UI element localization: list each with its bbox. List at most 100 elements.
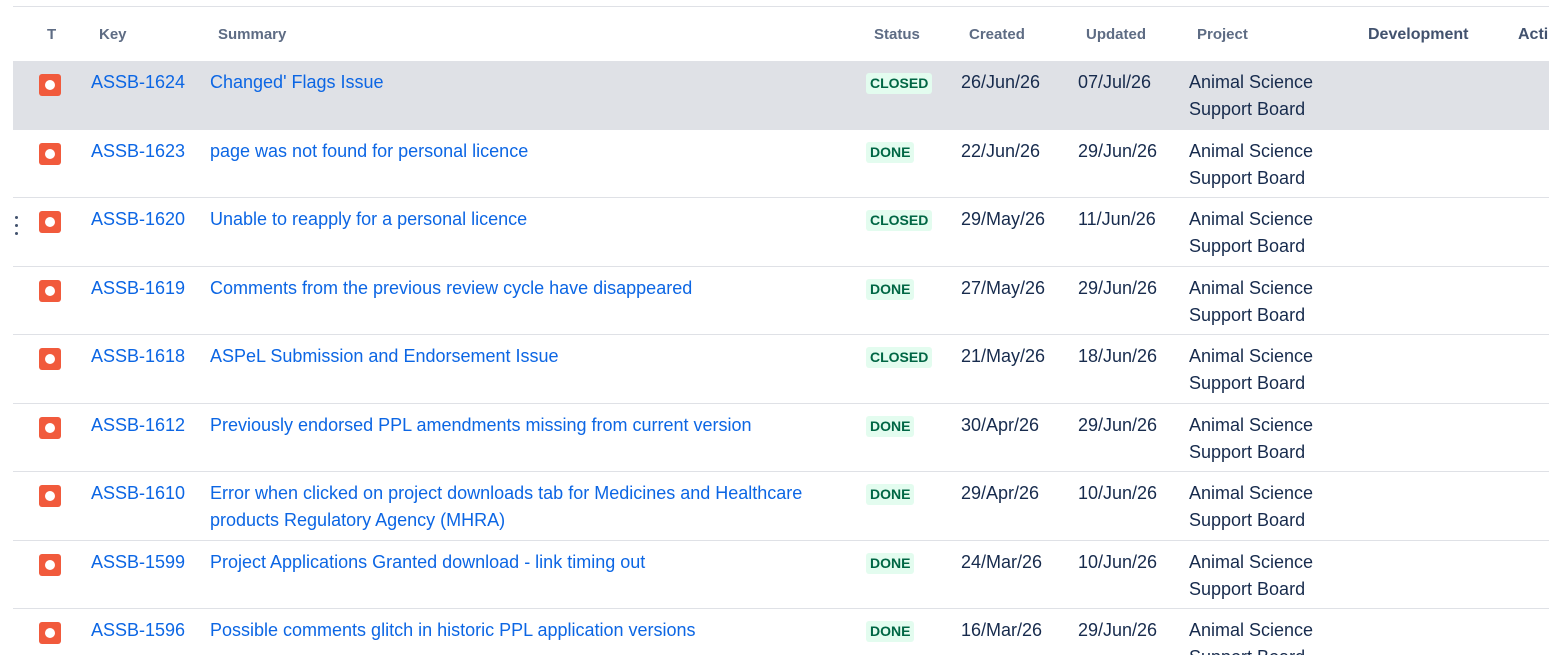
updated-date: 11/Jun/26 bbox=[1078, 209, 1156, 229]
project-name: Animal Science Support Board bbox=[1189, 551, 1314, 599]
summary-cell: Previously endorsed PPL amendments missi… bbox=[202, 404, 858, 472]
key-cell: ASSB-1623 bbox=[83, 130, 202, 198]
column-header-created[interactable]: Created bbox=[953, 7, 1070, 61]
issue-key-link[interactable]: ASSB-1618 bbox=[91, 346, 185, 366]
project-name: Animal Science Support Board bbox=[1189, 346, 1314, 393]
table-row[interactable]: ASSB-1619 Comments from the previous rev… bbox=[13, 266, 1549, 335]
key-cell: ASSB-1599 bbox=[83, 541, 202, 609]
issue-type-icon bbox=[39, 142, 61, 165]
development-cell bbox=[1352, 267, 1502, 335]
issue-summary-link[interactable]: Project Applications Granted download - … bbox=[210, 552, 645, 572]
issue-summary-link[interactable]: ASPeL Submission and Endorsement Issue bbox=[210, 346, 559, 366]
status-cell: DONE bbox=[858, 541, 953, 609]
column-header-type[interactable]: T bbox=[13, 7, 83, 61]
actions-cell bbox=[1502, 404, 1549, 472]
issue-summary-link[interactable]: Possible comments glitch in historic PPL… bbox=[210, 620, 696, 640]
issue-key-link[interactable]: ASSB-1624 bbox=[91, 72, 185, 92]
status-cell: DONE bbox=[858, 609, 953, 655]
status-cell: CLOSED bbox=[858, 61, 953, 129]
issue-key-link[interactable]: ASSB-1596 bbox=[91, 620, 185, 640]
column-header-key[interactable]: Key bbox=[83, 7, 202, 61]
table-row[interactable]: ASSB-1596 Possible comments glitch in hi… bbox=[13, 609, 1549, 655]
table-body: ASSB-1624 Changed' Flags Issue CLOSED 26… bbox=[13, 61, 1549, 655]
type-cell bbox=[13, 130, 83, 198]
issue-type-icon bbox=[39, 622, 61, 644]
table-row[interactable]: ASSB-1620 Unable to reapply for a person… bbox=[13, 198, 1549, 267]
table-row[interactable]: ASSB-1612 Previously endorsed PPL amendm… bbox=[13, 403, 1549, 472]
actions-cell bbox=[1502, 472, 1549, 540]
issue-summary-link[interactable]: Previously endorsed PPL amendments missi… bbox=[210, 415, 752, 435]
summary-cell: Possible comments glitch in historic PPL… bbox=[202, 609, 858, 655]
actions-cell bbox=[1502, 335, 1549, 403]
updated-date: 10/Jun/26 bbox=[1078, 551, 1158, 572]
created-date: 22/Jun/26 bbox=[961, 140, 1041, 161]
key-cell: ASSB-1612 bbox=[83, 404, 202, 472]
created-date: 26/Jun/26 bbox=[961, 72, 1041, 92]
issue-key-link[interactable]: ASSB-1619 bbox=[91, 278, 185, 298]
column-header-development: Development bbox=[1368, 26, 1469, 43]
key-cell: ASSB-1610 bbox=[83, 472, 202, 540]
project-name: Animal Science Support Board bbox=[1189, 72, 1314, 119]
issue-key-link[interactable]: ASSB-1610 bbox=[91, 483, 185, 503]
created-date: 29/May/26 bbox=[961, 209, 1046, 229]
status-cell: CLOSED bbox=[858, 335, 953, 403]
issue-summary-link[interactable]: Comments from the previous review cycle … bbox=[210, 278, 692, 298]
summary-cell: Changed' Flags Issue bbox=[202, 61, 858, 129]
table-row[interactable]: ASSB-1599 Project Applications Granted d… bbox=[13, 540, 1549, 609]
issue-type-icon bbox=[39, 74, 61, 96]
development-cell bbox=[1352, 335, 1502, 403]
column-header-status[interactable]: Status bbox=[858, 7, 953, 61]
project-name: Animal Science Support Board bbox=[1189, 414, 1314, 462]
updated-date: 07/Jul/26 bbox=[1078, 72, 1152, 92]
updated-date: 18/Jun/26 bbox=[1078, 346, 1158, 366]
issue-summary-link[interactable]: Error when clicked on project downloads … bbox=[210, 483, 802, 530]
status-lozenge: CLOSED bbox=[866, 73, 933, 94]
table-row[interactable]: ASSB-1624 Changed' Flags Issue CLOSED 26… bbox=[13, 61, 1549, 130]
type-cell bbox=[13, 541, 83, 609]
summary-cell: Error when clicked on project downloads … bbox=[202, 472, 858, 540]
status-lozenge: DONE bbox=[866, 552, 915, 574]
project-name: Animal Science Support Board bbox=[1189, 620, 1314, 655]
type-cell bbox=[13, 61, 83, 129]
actions-cell bbox=[1502, 541, 1549, 609]
type-cell bbox=[13, 472, 83, 540]
status-lozenge: CLOSED bbox=[866, 347, 933, 368]
table-row[interactable]: ASSB-1618 ASPeL Submission and Endorseme… bbox=[13, 335, 1549, 404]
issue-summary-link[interactable]: Unable to reapply for a personal licence bbox=[210, 209, 527, 229]
issue-key-link[interactable]: ASSB-1620 bbox=[91, 209, 185, 229]
issue-key-link[interactable]: ASSB-1599 bbox=[91, 552, 185, 572]
status-lozenge: DONE bbox=[866, 484, 915, 505]
table-row[interactable]: ASSB-1610 Error when clicked on project … bbox=[13, 472, 1549, 541]
key-cell: ASSB-1624 bbox=[83, 61, 202, 129]
summary-cell: Unable to reapply for a personal licence bbox=[202, 198, 858, 266]
table-row[interactable]: ASSB-1623 page was not found for persona… bbox=[13, 129, 1549, 198]
issue-key-link[interactable]: ASSB-1623 bbox=[91, 141, 185, 161]
created-date: 29/Apr/26 bbox=[961, 483, 1040, 503]
issue-summary-link[interactable]: Changed' Flags Issue bbox=[210, 72, 384, 92]
project-name: Animal Science Support Board bbox=[1189, 483, 1314, 530]
issue-type-icon bbox=[39, 485, 61, 507]
issue-list-table: T Key Summary Status Created Updated Pro… bbox=[0, 0, 1549, 655]
issue-key-link[interactable]: ASSB-1612 bbox=[91, 415, 185, 435]
updated-date: 29/Jun/26 bbox=[1078, 414, 1158, 435]
updated-date: 10/Jun/26 bbox=[1078, 483, 1158, 503]
development-cell bbox=[1352, 472, 1502, 540]
created-date: 21/May/26 bbox=[961, 346, 1046, 366]
actions-cell bbox=[1502, 267, 1549, 335]
status-cell: DONE bbox=[858, 267, 953, 335]
column-header-project[interactable]: Project bbox=[1181, 7, 1352, 61]
status-cell: DONE bbox=[858, 472, 953, 540]
updated-date: 29/Jun/26 bbox=[1078, 277, 1158, 298]
type-cell bbox=[13, 335, 83, 403]
drag-handle-icon[interactable] bbox=[15, 216, 18, 219]
development-cell bbox=[1352, 61, 1502, 129]
issue-summary-link[interactable]: page was not found for personal licence bbox=[210, 141, 528, 161]
column-header-summary[interactable]: Summary bbox=[202, 7, 858, 61]
updated-date: 29/Jun/26 bbox=[1078, 140, 1158, 161]
column-header-updated[interactable]: Updated bbox=[1070, 7, 1181, 61]
created-date: 27/May/26 bbox=[961, 277, 1046, 298]
key-cell: ASSB-1619 bbox=[83, 267, 202, 335]
status-lozenge: CLOSED bbox=[866, 210, 933, 231]
actions-cell bbox=[1502, 61, 1549, 129]
created-date: 16/Mar/26 bbox=[961, 620, 1043, 640]
